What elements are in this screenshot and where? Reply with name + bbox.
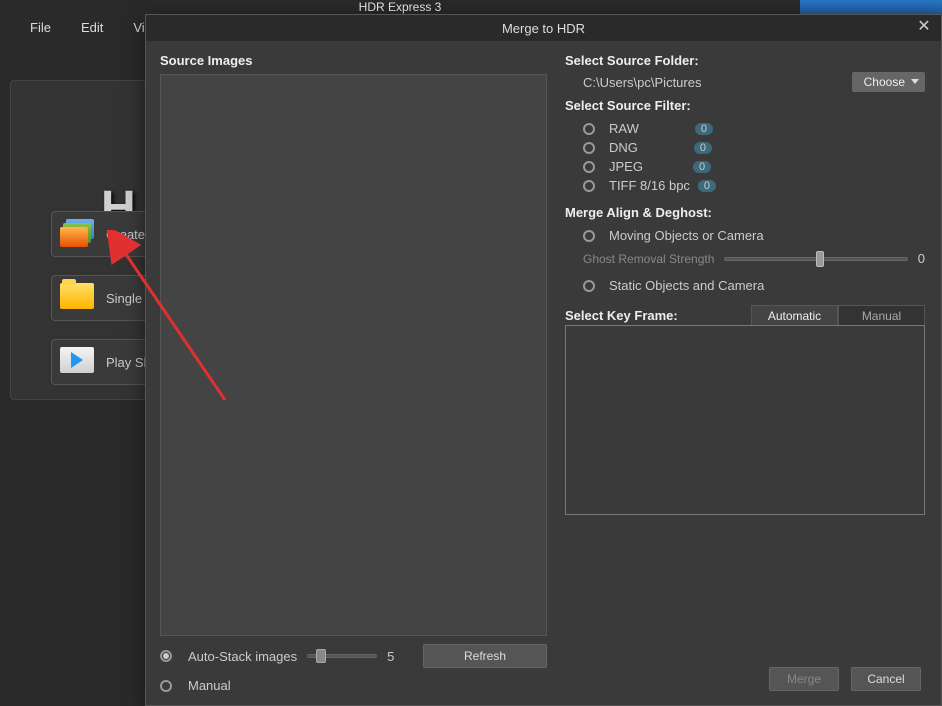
manual-stack-radio[interactable] — [160, 680, 172, 692]
ghost-removal-label: Ghost Removal Strength — [583, 252, 714, 266]
play-icon — [60, 347, 96, 377]
ghost-removal-slider[interactable] — [724, 257, 907, 261]
main-window-title: HDR Express 3 — [0, 0, 800, 14]
static-objects-radio[interactable] — [583, 280, 595, 292]
keyframe-preview — [565, 325, 925, 515]
moving-objects-radio[interactable] — [583, 230, 595, 242]
tab-automatic[interactable]: Automatic — [751, 305, 838, 325]
source-folder-label: Select Source Folder: — [565, 53, 699, 68]
source-filter-label: Select Source Filter: — [565, 98, 925, 113]
menu-file[interactable]: File — [30, 20, 51, 35]
filter-raw-label: RAW — [609, 121, 639, 136]
auto-stack-label: Auto-Stack images — [188, 649, 297, 664]
filter-tiff-radio[interactable] — [583, 180, 595, 192]
keyframe-label: Select Key Frame: — [565, 308, 678, 323]
merge-align-label: Merge Align & Deghost: — [565, 205, 925, 220]
source-images-label: Source Images — [160, 53, 547, 68]
filter-dng-radio[interactable] — [583, 142, 595, 154]
filter-raw-count: 0 — [695, 123, 713, 135]
refresh-button[interactable]: Refresh — [423, 644, 547, 668]
filter-tiff-label: TIFF 8/16 bpc — [609, 178, 690, 193]
filter-dng-label: DNG — [609, 140, 638, 155]
filter-tiff-row: TIFF 8/16 bpc 0 — [583, 178, 925, 193]
static-objects-label: Static Objects and Camera — [609, 278, 764, 293]
photos-icon — [60, 219, 96, 249]
menu-edit[interactable]: Edit — [81, 20, 103, 35]
dialog-title: Merge to HDR — [502, 21, 585, 36]
choose-folder-button[interactable]: Choose — [852, 72, 925, 92]
moving-objects-label: Moving Objects or Camera — [609, 228, 764, 243]
menu-view[interactable]: Vi — [133, 20, 144, 35]
auto-stack-radio[interactable] — [160, 650, 172, 662]
filter-raw-row: RAW 0 — [583, 121, 925, 136]
filter-jpeg-label: JPEG — [609, 159, 643, 174]
merge-button[interactable]: Merge — [769, 667, 839, 691]
filter-dng-count: 0 — [694, 142, 712, 154]
filter-jpeg-radio[interactable] — [583, 161, 595, 173]
dialog-titlebar: Merge to HDR ✕ — [146, 15, 941, 41]
source-images-list[interactable] — [160, 74, 547, 636]
source-folder-path: C:\Users\pc\Pictures — [583, 75, 701, 90]
auto-stack-value: 5 — [387, 649, 394, 664]
filter-jpeg-row: JPEG 0 — [583, 159, 925, 174]
tab-manual[interactable]: Manual — [838, 305, 925, 325]
auto-stack-slider[interactable] — [307, 654, 377, 658]
filter-tiff-count: 0 — [698, 180, 716, 192]
filter-raw-radio[interactable] — [583, 123, 595, 135]
manual-stack-label: Manual — [188, 678, 231, 693]
right-pane: Select Source Folder: C:\Users\pc\Pictur… — [561, 41, 941, 705]
ghost-removal-value: 0 — [918, 251, 925, 266]
close-icon[interactable]: ✕ — [915, 19, 933, 37]
filter-jpeg-count: 0 — [693, 161, 711, 173]
folder-icon — [60, 283, 96, 313]
merge-hdr-dialog: Merge to HDR ✕ Source Images Auto-Stack … — [145, 14, 942, 706]
filter-dng-row: DNG 0 — [583, 140, 925, 155]
left-pane: Source Images Auto-Stack images 5 Refres… — [146, 41, 561, 705]
cancel-button[interactable]: Cancel — [851, 667, 921, 691]
